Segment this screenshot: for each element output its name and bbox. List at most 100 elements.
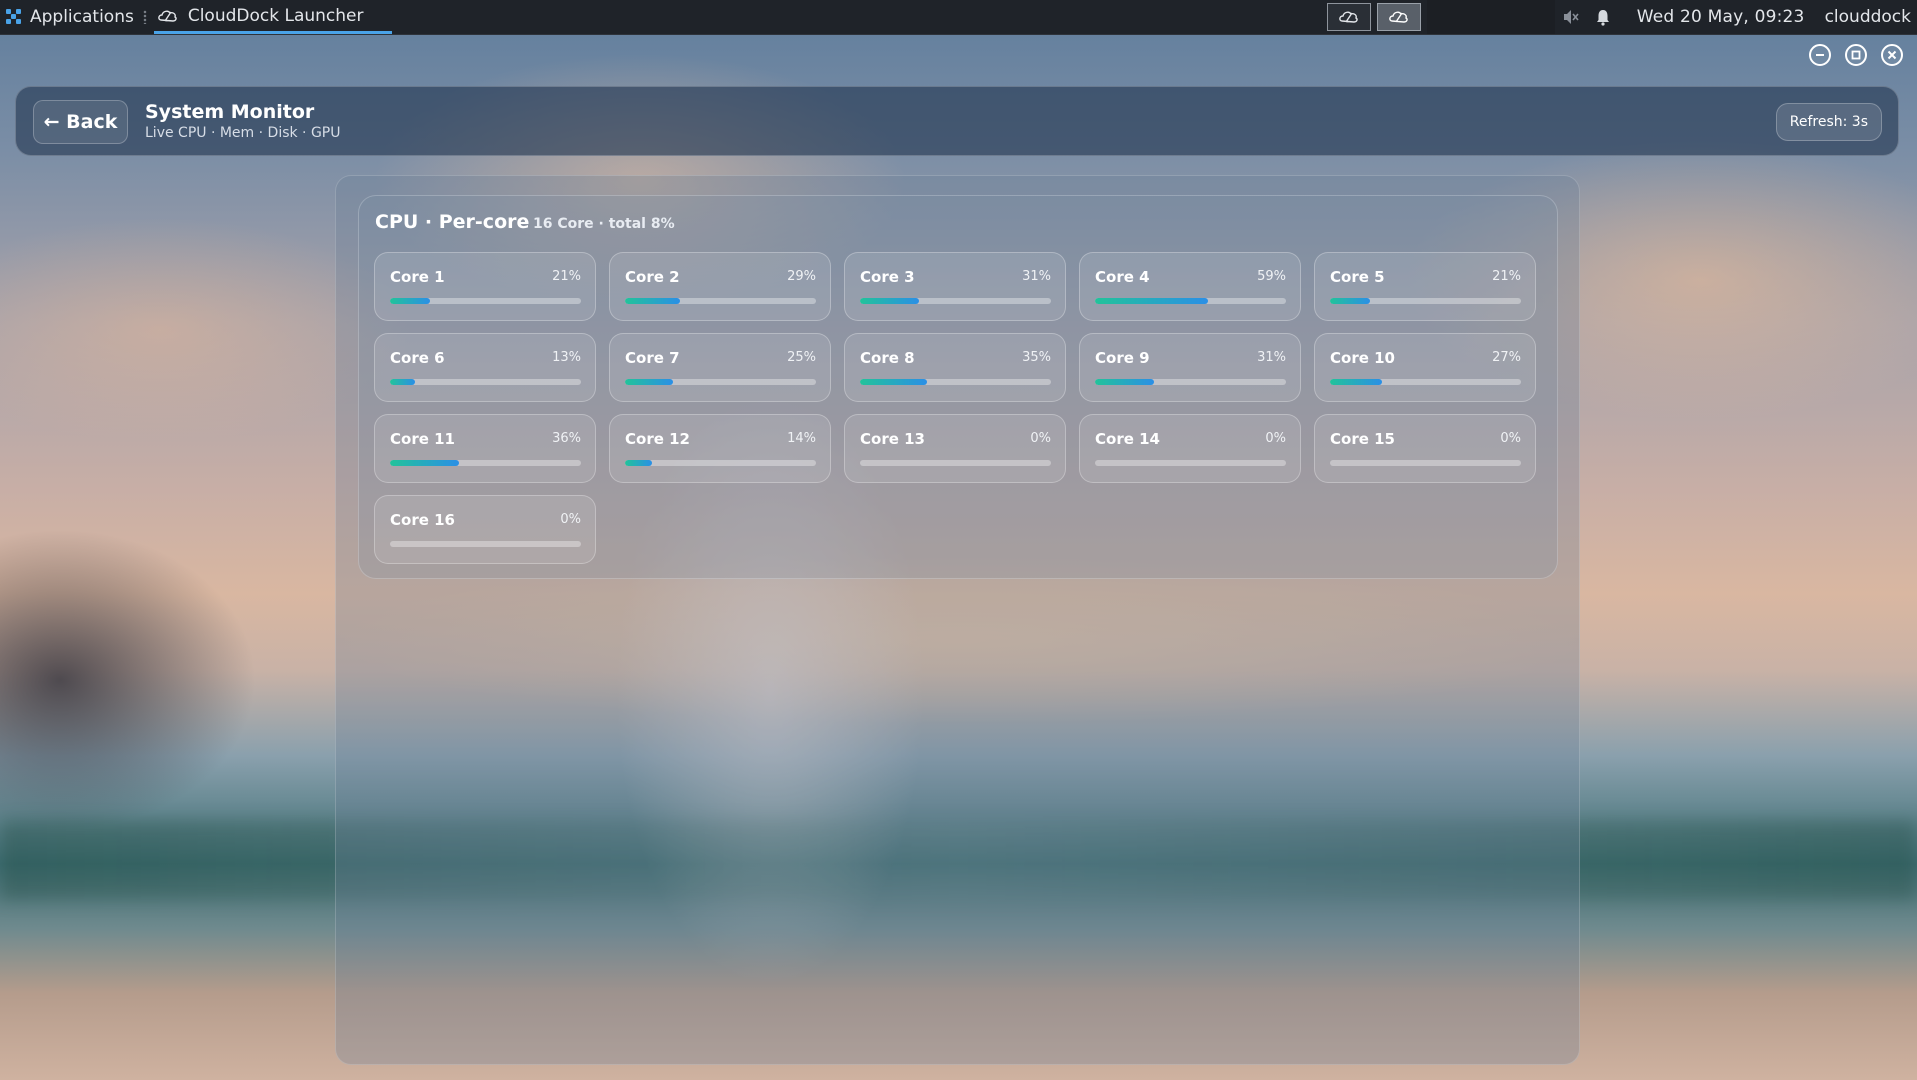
core-usage-bar-fill: [1095, 379, 1155, 385]
core-usage-percent: 21%: [552, 269, 581, 284]
core-usage-bar: [1330, 460, 1521, 466]
core-usage-bar: [390, 298, 581, 304]
main-panel: CPU · Per-core 16 Core · total 8% Core 1…: [335, 175, 1580, 1065]
core-usage-bar: [860, 379, 1051, 385]
core-usage-bar-fill: [860, 298, 920, 304]
core-tile: Core 12 14%: [609, 414, 831, 483]
core-usage-bar-fill: [390, 460, 459, 466]
core-tile: Core 7 25%: [609, 333, 831, 402]
workspace-2-button[interactable]: [1376, 3, 1421, 31]
core-usage-percent: 36%: [552, 431, 581, 446]
core-usage-bar: [390, 541, 581, 547]
system-tray: Wed 20 May, 09:23 clouddock: [1326, 0, 1917, 34]
core-usage-bar: [1095, 379, 1286, 385]
core-usage-bar: [1095, 298, 1286, 304]
core-grid: Core 1 21% Core 2 29% Core 3 31% Core 4 59% Core…: [374, 252, 1536, 564]
panel-separator: [142, 10, 147, 24]
core-usage-bar: [390, 379, 581, 385]
core-usage-bar: [860, 298, 1051, 304]
core-name: Core 10: [1330, 349, 1395, 367]
cloud-icon: [1388, 11, 1408, 23]
taskbar-item-clouddock[interactable]: CloudDock Launcher: [153, 0, 392, 34]
volume-muted-icon[interactable]: [1561, 7, 1581, 27]
core-usage-bar-fill: [390, 379, 415, 385]
core-name: Core 16: [390, 511, 455, 529]
window-controls: [1809, 44, 1903, 66]
user-menu[interactable]: clouddock: [1825, 7, 1911, 27]
core-usage-bar: [1330, 379, 1521, 385]
core-name: Core 14: [1095, 430, 1160, 448]
core-usage-bar-fill: [390, 298, 431, 304]
core-usage-percent: 0%: [560, 512, 581, 527]
core-usage-percent: 25%: [787, 350, 816, 365]
maximize-icon: [1851, 50, 1861, 60]
core-usage-bar-fill: [625, 379, 673, 385]
minimize-icon: [1816, 54, 1824, 56]
core-usage-percent: 31%: [1257, 350, 1286, 365]
core-usage-percent: 14%: [787, 431, 816, 446]
core-tile: Core 5 21%: [1314, 252, 1536, 321]
core-usage-percent: 35%: [1022, 350, 1051, 365]
core-name: Core 6: [390, 349, 445, 367]
core-tile: Core 3 31%: [844, 252, 1066, 321]
core-usage-bar-fill: [625, 298, 681, 304]
page-subtitle: Live CPU · Mem · Disk · GPU: [145, 125, 341, 141]
applications-grid-icon: [6, 9, 22, 25]
core-usage-percent: 0%: [1030, 431, 1051, 446]
core-tile: Core 2 29%: [609, 252, 831, 321]
cpu-summary: 16 Core · total 8%: [533, 216, 675, 232]
applications-label: Applications: [30, 7, 134, 27]
core-name: Core 8: [860, 349, 915, 367]
core-usage-bar: [625, 379, 816, 385]
maximize-button[interactable]: [1845, 44, 1867, 66]
core-usage-percent: 0%: [1265, 431, 1286, 446]
core-tile: Core 15 0%: [1314, 414, 1536, 483]
core-usage-percent: 21%: [1492, 269, 1521, 284]
core-usage-bar: [1095, 460, 1286, 466]
core-usage-percent: 59%: [1257, 269, 1286, 284]
core-usage-bar: [390, 460, 581, 466]
core-usage-percent: 13%: [552, 350, 581, 365]
core-name: Core 3: [860, 268, 915, 286]
close-button[interactable]: [1881, 44, 1903, 66]
core-tile: Core 14 0%: [1079, 414, 1301, 483]
cpu-per-core-card: CPU · Per-core 16 Core · total 8% Core 1…: [358, 195, 1558, 579]
refresh-interval-button[interactable]: Refresh: 3s: [1775, 103, 1882, 141]
core-usage-bar-fill: [625, 460, 652, 466]
core-name: Core 5: [1330, 268, 1385, 286]
taskbar-item-label: CloudDock Launcher: [187, 5, 364, 26]
core-name: Core 11: [390, 430, 455, 448]
core-tile: Core 11 36%: [374, 414, 596, 483]
core-usage-bar: [1330, 298, 1521, 304]
core-name: Core 9: [1095, 349, 1150, 367]
core-usage-percent: 29%: [787, 269, 816, 284]
system-panel: Applications CloudDock Launcher Wed 20 M…: [0, 0, 1917, 35]
core-name: Core 13: [860, 430, 925, 448]
core-usage-bar-fill: [1095, 298, 1208, 304]
core-usage-percent: 27%: [1492, 350, 1521, 365]
clouddock-app-icon: [158, 10, 177, 22]
cpu-section-title: CPU · Per-core: [375, 211, 530, 233]
core-usage-bar: [860, 460, 1051, 466]
core-name: Core 4: [1095, 268, 1150, 286]
page-header: ← Back System Monitor Live CPU · Mem · D…: [15, 86, 1899, 156]
workspace-1-button[interactable]: [1326, 3, 1371, 31]
clock[interactable]: Wed 20 May, 09:23: [1637, 7, 1805, 27]
applications-menu[interactable]: Applications: [0, 0, 134, 34]
core-usage-bar: [625, 298, 816, 304]
core-tile: Core 16 0%: [374, 495, 596, 564]
core-usage-bar-fill: [1330, 379, 1382, 385]
core-name: Core 1: [390, 268, 445, 286]
minimize-button[interactable]: [1809, 44, 1831, 66]
core-usage-percent: 0%: [1500, 431, 1521, 446]
core-tile: Core 1 21%: [374, 252, 596, 321]
notifications-bell-icon[interactable]: [1593, 7, 1613, 27]
page-title: System Monitor: [145, 101, 315, 123]
core-tile: Core 6 13%: [374, 333, 596, 402]
core-name: Core 2: [625, 268, 680, 286]
core-usage-bar-fill: [860, 379, 927, 385]
back-button[interactable]: ← Back: [33, 100, 128, 144]
core-usage-bar-fill: [1330, 298, 1371, 304]
core-name: Core 7: [625, 349, 680, 367]
core-tile: Core 4 59%: [1079, 252, 1301, 321]
